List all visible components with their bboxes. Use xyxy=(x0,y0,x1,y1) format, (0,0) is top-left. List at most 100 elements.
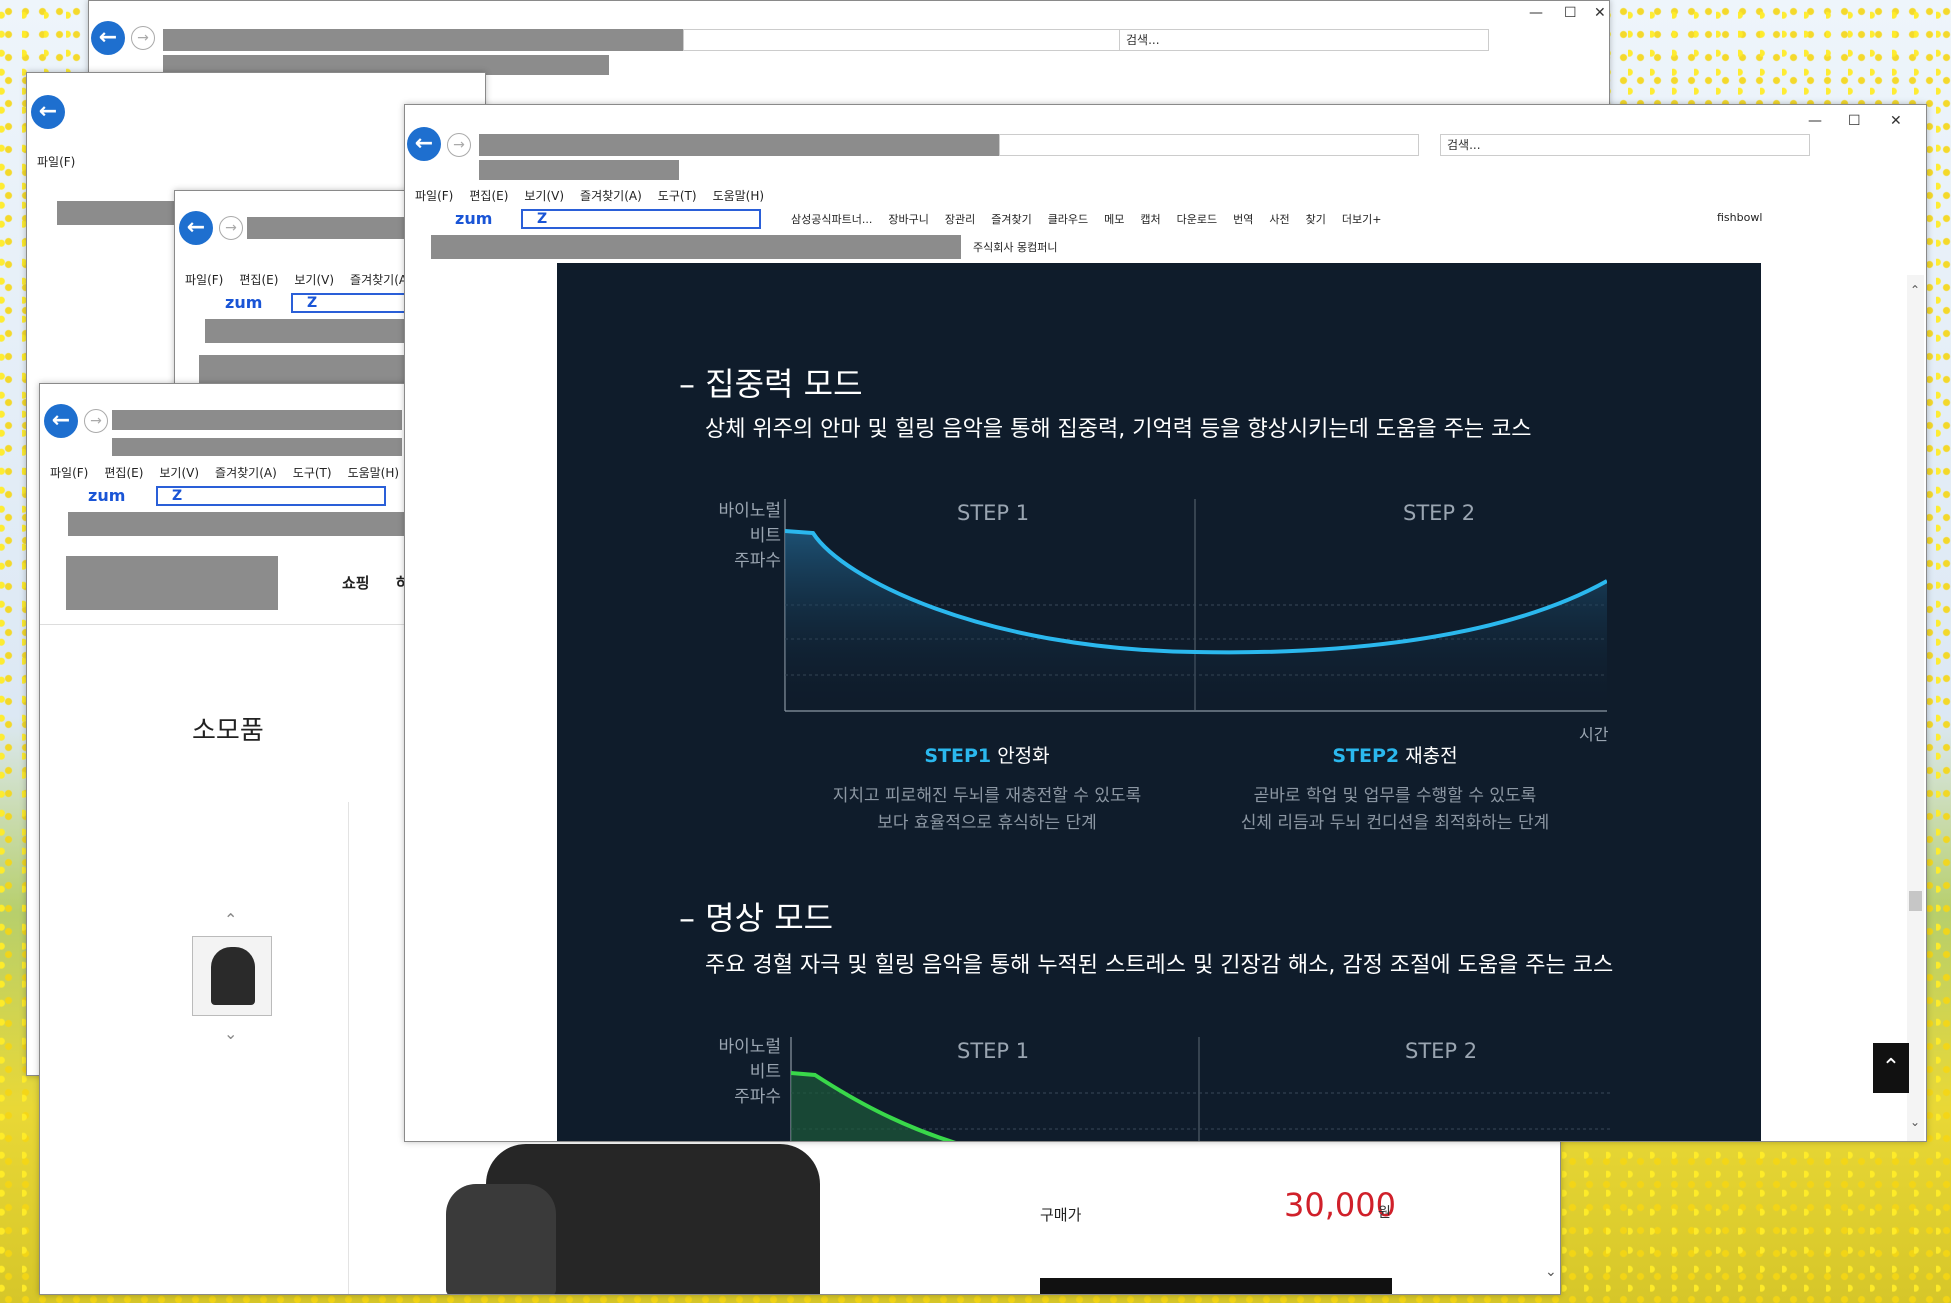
ylabel-line: 바이노럴 xyxy=(718,501,781,521)
desc-line: 신체 리듬과 두뇌 컨디션을 최적화하는 단계 xyxy=(1240,813,1550,833)
toolbar-manage[interactable]: 장관리 xyxy=(945,213,975,226)
mode1-title: – 집중력 모드 xyxy=(679,365,863,403)
toolbar-favorites[interactable]: 즐겨찾기 xyxy=(991,213,1031,226)
search-input[interactable]: 검색... xyxy=(1440,134,1810,156)
menu-view[interactable]: 보기(V) xyxy=(159,466,199,480)
toolbar-download[interactable]: 다운로드 xyxy=(1177,213,1217,226)
mode2-title: – 명상 모드 xyxy=(679,899,834,937)
menu-edit[interactable]: 편집(E) xyxy=(239,273,278,287)
ylabel-line: 바이노럴 xyxy=(718,1037,781,1057)
thumb-down-icon[interactable]: ⌄ xyxy=(224,1024,237,1043)
search-input[interactable]: 검색... xyxy=(1119,29,1489,51)
favorites-redacted xyxy=(431,235,961,259)
tab-redacted xyxy=(112,438,402,456)
menu-favorites[interactable]: 즐겨찾기(A) xyxy=(580,189,642,203)
address-redacted xyxy=(112,410,402,430)
menu-file[interactable]: 파일(F) xyxy=(37,155,75,169)
mode1-step1-desc: 지치고 피로해진 두뇌를 재충전할 수 있도록 보다 효율적으로 휴식하는 단계 xyxy=(787,783,1187,837)
toolbar-samsung[interactable]: 삼성공식파트너... xyxy=(791,213,872,226)
mode1-step2-caption: STEP2 재충전 xyxy=(1195,741,1595,768)
menu-file[interactable]: 파일(F) xyxy=(185,273,223,287)
menu-file[interactable]: 파일(F) xyxy=(50,466,88,480)
forward-icon[interactable]: → xyxy=(131,26,155,50)
forward-icon[interactable]: → xyxy=(219,216,243,240)
minimize-button[interactable]: — xyxy=(1808,113,1822,129)
toolbar-translate[interactable]: 번역 xyxy=(1233,213,1253,226)
mode1-step2-desc: 곧바로 학업 및 업무를 수행할 수 있도록 신체 리듬과 두뇌 컨디션을 최적… xyxy=(1175,783,1615,837)
toolbar-fishbowl[interactable]: fishbowl xyxy=(1717,211,1762,224)
step1-name: 안정화 xyxy=(997,745,1050,767)
thumb-up-icon[interactable]: ⌃ xyxy=(224,910,237,929)
toolbar-capture[interactable]: 캡처 xyxy=(1140,213,1160,226)
category-title: 소모품 xyxy=(192,716,264,746)
product-thumbnail[interactable] xyxy=(192,936,272,1016)
price-label: 구매가 xyxy=(1040,1206,1082,1224)
menu-help[interactable]: 도움말(H) xyxy=(348,466,400,480)
tab-redacted xyxy=(479,160,679,180)
scrollbar[interactable]: ⌃ ⌄ xyxy=(1907,275,1924,1141)
toolbar-find[interactable]: 찾기 xyxy=(1306,213,1326,226)
forward-icon[interactable]: → xyxy=(447,133,471,157)
mode1-desc: 상체 위주의 안마 및 힐링 음악을 통해 집중력, 기억력 등을 향상시키는데… xyxy=(705,417,1532,442)
address-bar-area: ← → 검색... xyxy=(89,21,1609,55)
favorite-link[interactable]: 주식회사 몽컴퍼니 xyxy=(973,239,1057,255)
site-logo-redacted xyxy=(66,556,278,610)
toolbar-cart[interactable]: 장바구니 xyxy=(888,213,928,226)
browser-window-front[interactable]: ← → 검색... — ☐ ✕ 파일(F) 편집(E) 보기(V) 즐겨찾기(A) 도구… xyxy=(404,104,1927,1142)
ylabel-line: 주파수 xyxy=(734,551,781,571)
back-icon[interactable]: ← xyxy=(44,404,78,438)
price-currency: 원 xyxy=(1378,1205,1391,1221)
maximize-button[interactable]: ☐ xyxy=(1848,113,1861,129)
menu-help[interactable]: 도움말(H) xyxy=(713,189,765,203)
zum-logo[interactable]: zum xyxy=(88,486,125,505)
minimize-button[interactable]: — xyxy=(1529,5,1543,21)
mode1-ylabel: 바이노럴 비트 주파수 xyxy=(677,499,781,574)
ylabel-line: 주파수 xyxy=(734,1087,781,1107)
menu-file[interactable]: 파일(F) xyxy=(415,189,453,203)
toolbar-dictionary[interactable]: 사전 xyxy=(1269,213,1289,226)
zum-search-box[interactable]: Z xyxy=(156,486,386,506)
desc-line: 지치고 피로해진 두뇌를 재충전할 수 있도록 xyxy=(832,786,1142,806)
product-thumb-shape xyxy=(211,947,255,1005)
scroll-up-icon[interactable]: ⌃ xyxy=(1910,283,1920,297)
toolbar-more[interactable]: 더보기+ xyxy=(1342,213,1382,226)
toolbar-cloud[interactable]: 클라우드 xyxy=(1048,213,1088,226)
menu-favorites[interactable]: 즐겨찾기(A) xyxy=(350,273,412,287)
desc-line: 곧바로 학업 및 업무를 수행할 수 있도록 xyxy=(1253,786,1537,806)
buy-button[interactable] xyxy=(1040,1278,1392,1294)
close-button[interactable]: ✕ xyxy=(1890,113,1902,129)
scroll-thumb[interactable] xyxy=(1909,891,1922,911)
menu-edit[interactable]: 편집(E) xyxy=(469,189,508,203)
scroll-top-button[interactable]: ⌃ xyxy=(1873,1043,1909,1093)
zum-logo[interactable]: zum xyxy=(455,209,492,228)
menu-bar: 파일(F) 편집(E) 보기(V) 즐겨찾기(A) 도구(T) 도움말(H) xyxy=(415,187,780,204)
scroll-down-icon[interactable]: ⌄ xyxy=(1910,1115,1920,1129)
menu-tools[interactable]: 도구(T) xyxy=(293,466,332,480)
zum-logo[interactable]: zum xyxy=(225,293,262,312)
menu-edit[interactable]: 편집(E) xyxy=(104,466,143,480)
menu-tools[interactable]: 도구(T) xyxy=(658,189,697,203)
zum-search-box[interactable]: Z xyxy=(521,209,761,229)
maximize-button[interactable]: ☐ xyxy=(1564,5,1577,21)
menu-view[interactable]: 보기(V) xyxy=(294,273,334,287)
address-redacted xyxy=(479,134,999,156)
scroll-down-icon[interactable]: ⌄ xyxy=(1545,1264,1557,1280)
forward-icon[interactable]: → xyxy=(84,409,108,433)
toolbar-memo[interactable]: 메모 xyxy=(1104,213,1124,226)
back-icon[interactable]: ← xyxy=(31,95,65,129)
back-icon[interactable]: ← xyxy=(179,211,213,245)
menu-bar: 파일(F) xyxy=(37,153,91,170)
menu-favorites[interactable]: 즐겨찾기(A) xyxy=(215,466,277,480)
back-icon[interactable]: ← xyxy=(407,127,441,161)
ylabel-line: 비트 xyxy=(749,526,781,546)
close-button[interactable]: ✕ xyxy=(1594,5,1606,21)
menu-view[interactable]: 보기(V) xyxy=(524,189,564,203)
mode2-curve-chart xyxy=(790,1037,1613,1141)
favorites-redacted xyxy=(68,512,438,536)
mode2-ylabel: 바이노럴 비트 주파수 xyxy=(677,1035,781,1110)
product-bag xyxy=(446,1184,556,1294)
nav-shopping[interactable]: 쇼핑 xyxy=(342,572,370,593)
address-input[interactable] xyxy=(999,134,1419,156)
back-icon[interactable]: ← xyxy=(91,21,125,55)
mode1-curve-chart xyxy=(784,499,1607,712)
